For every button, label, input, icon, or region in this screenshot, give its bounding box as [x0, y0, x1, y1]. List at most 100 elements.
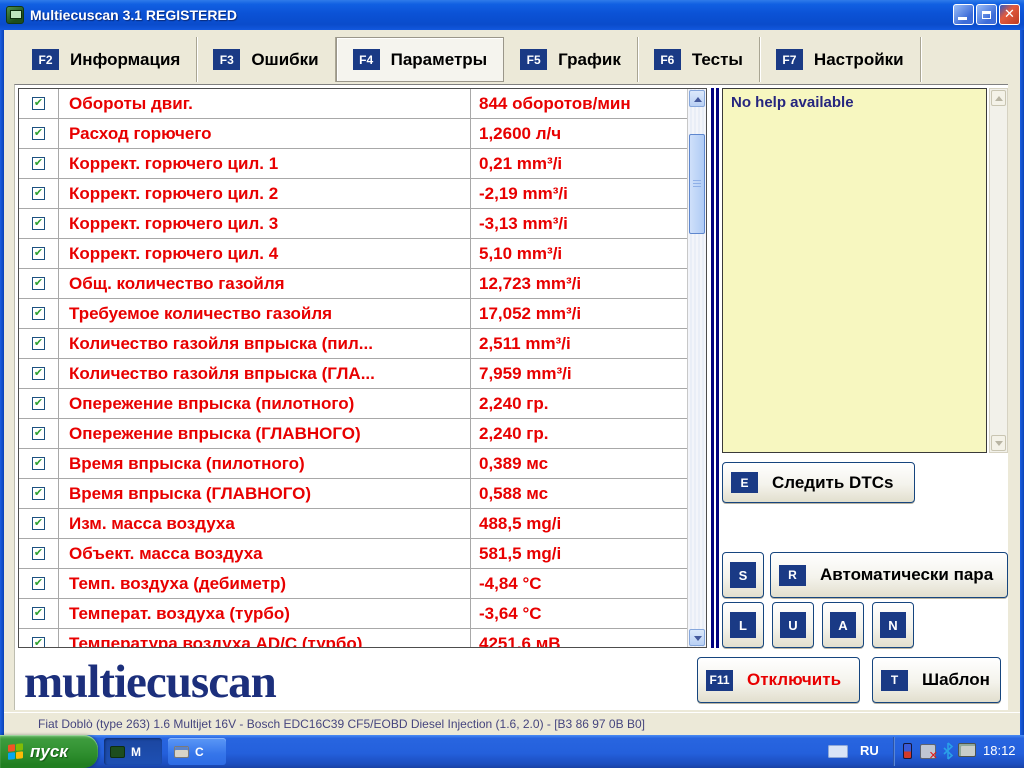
- network-disconnected-icon[interactable]: [920, 744, 936, 759]
- multiecuscan-window: Multiecuscan 3.1 REGISTERED ✕ F2 Информа…: [0, 0, 1024, 768]
- parameter-value: 581,5 mg/i: [471, 539, 687, 568]
- s-button[interactable]: S: [722, 552, 764, 598]
- n-button[interactable]: N: [872, 602, 914, 648]
- row-checkbox[interactable]: ✔: [32, 637, 45, 647]
- close-button[interactable]: ✕: [999, 4, 1020, 25]
- template-button[interactable]: T Шаблон: [872, 657, 1001, 703]
- row-checkbox[interactable]: ✔: [32, 577, 45, 590]
- hotkey-badge: L: [730, 612, 756, 638]
- battery-icon[interactable]: [903, 743, 912, 759]
- hotkey-badge: S: [730, 562, 756, 588]
- start-button[interactable]: пуск: [0, 735, 98, 768]
- keyboard-icon[interactable]: [828, 745, 848, 758]
- hotkey-badge: U: [780, 612, 806, 638]
- disconnect-button[interactable]: F11 Отключить: [697, 657, 860, 703]
- scrollbar-thumb[interactable]: [689, 134, 705, 234]
- title-bar: Multiecuscan 3.1 REGISTERED ✕: [0, 0, 1024, 30]
- table-row[interactable]: ✔ Время впрыска (ГЛАВНОГО) 0,588 мс: [19, 479, 687, 509]
- row-checkbox[interactable]: ✔: [32, 127, 45, 140]
- task-button-c[interactable]: C: [168, 738, 226, 765]
- parameter-value: 2,240 гр.: [471, 419, 687, 448]
- table-row[interactable]: ✔ Коррект. горючего цил. 3 -3,13 mm³/i: [19, 209, 687, 239]
- tab-f2[interactable]: F2 Информация: [16, 37, 197, 82]
- u-button[interactable]: U: [772, 602, 814, 648]
- table-row[interactable]: ✔ Объект. масса воздуха 581,5 mg/i: [19, 539, 687, 569]
- l-button[interactable]: L: [722, 602, 764, 648]
- parameter-value: 0,21 mm³/i: [471, 149, 687, 178]
- row-checkbox[interactable]: ✔: [32, 337, 45, 350]
- row-checkbox[interactable]: ✔: [32, 517, 45, 530]
- multiecuscan-logo: multiecuscan: [24, 655, 276, 709]
- row-checkbox[interactable]: ✔: [32, 457, 45, 470]
- parameter-name: Температура воздуха AD/C (турбо): [59, 629, 471, 647]
- language-indicator[interactable]: RU: [860, 743, 879, 758]
- multiecuscan-task-icon: [110, 746, 125, 758]
- bluetooth-icon[interactable]: [942, 742, 954, 765]
- app-icon: [6, 6, 24, 24]
- table-row[interactable]: ✔ Изм. масса воздуха 488,5 mg/i: [19, 509, 687, 539]
- display-icon[interactable]: [958, 743, 976, 757]
- minimize-button[interactable]: [953, 4, 974, 25]
- restore-button[interactable]: [976, 4, 997, 25]
- clock[interactable]: 18:12: [983, 743, 1016, 758]
- table-row[interactable]: ✔ Коррект. горючего цил. 1 0,21 mm³/i: [19, 149, 687, 179]
- row-checkbox[interactable]: ✔: [32, 487, 45, 500]
- window-task-icon: [174, 746, 189, 758]
- a-button[interactable]: A: [822, 602, 864, 648]
- table-row[interactable]: ✔ Количество газойля впрыска (пил... 2,5…: [19, 329, 687, 359]
- auto-params-button[interactable]: R Автоматически пара: [770, 552, 1008, 598]
- tab-f7[interactable]: F7 Настройки: [760, 37, 921, 82]
- hotkey-badge: R: [779, 565, 806, 586]
- table-row[interactable]: ✔ Темп. воздуха (дебиметр) -4,84 °C: [19, 569, 687, 599]
- parameter-name: Обороты двиг.: [59, 89, 471, 118]
- parameter-name: Общ. количество газойля: [59, 269, 471, 298]
- parameter-value: -2,19 mm³/i: [471, 179, 687, 208]
- parameter-value: 12,723 mm³/i: [471, 269, 687, 298]
- scroll-down-button[interactable]: [689, 629, 705, 646]
- row-checkbox[interactable]: ✔: [32, 367, 45, 380]
- vehicle-info: Fiat Doblò (type 263) 1.6 Multijet 16V -…: [38, 717, 645, 731]
- parameter-name: Опережение впрыска (пилотного): [59, 389, 471, 418]
- row-checkbox[interactable]: ✔: [32, 397, 45, 410]
- table-scrollbar[interactable]: [687, 89, 706, 647]
- row-checkbox[interactable]: ✔: [32, 427, 45, 440]
- row-checkbox[interactable]: ✔: [32, 187, 45, 200]
- table-row[interactable]: ✔ Коррект. горючего цил. 4 5,10 mm³/i: [19, 239, 687, 269]
- restore-icon: [982, 11, 991, 19]
- row-checkbox[interactable]: ✔: [32, 607, 45, 620]
- help-scrollbar: [989, 88, 1008, 453]
- table-row[interactable]: ✔ Количество газойля впрыска (ГЛА... 7,9…: [19, 359, 687, 389]
- task-button-multiecuscan[interactable]: M: [104, 738, 162, 765]
- parameter-value: 488,5 mg/i: [471, 509, 687, 538]
- table-row[interactable]: ✔ Коррект. горючего цил. 2 -2,19 mm³/i: [19, 179, 687, 209]
- row-checkbox[interactable]: ✔: [32, 307, 45, 320]
- row-checkbox[interactable]: ✔: [32, 217, 45, 230]
- table-row[interactable]: ✔ Температура воздуха AD/C (турбо) 4251,…: [19, 629, 687, 647]
- parameter-name: Количество газойля впрыска (ГЛА...: [59, 359, 471, 388]
- parameter-name: Расход горючего: [59, 119, 471, 148]
- follow-dtcs-button[interactable]: E Следить DTCs: [722, 462, 915, 503]
- table-row[interactable]: ✔ Опережение впрыска (пилотного) 2,240 г…: [19, 389, 687, 419]
- table-row[interactable]: ✔ Время впрыска (пилотного) 0,389 мс: [19, 449, 687, 479]
- tab-f5[interactable]: F5 График: [504, 37, 638, 82]
- tab-f4[interactable]: F4 Параметры: [336, 37, 505, 82]
- table-row[interactable]: ✔ Опережение впрыска (ГЛАВНОГО) 2,240 гр…: [19, 419, 687, 449]
- row-checkbox[interactable]: ✔: [32, 247, 45, 260]
- row-checkbox[interactable]: ✔: [32, 157, 45, 170]
- minimize-icon: [958, 17, 967, 20]
- table-row[interactable]: ✔ Общ. количество газойля 12,723 mm³/i: [19, 269, 687, 299]
- tab-f6[interactable]: F6 Тесты: [638, 37, 760, 82]
- row-checkbox[interactable]: ✔: [32, 97, 45, 110]
- table-row[interactable]: ✔ Требуемое количество газойля 17,052 mm…: [19, 299, 687, 329]
- table-row[interactable]: ✔ Температ. воздуха (турбо) -3,64 °C: [19, 599, 687, 629]
- row-checkbox[interactable]: ✔: [32, 277, 45, 290]
- fkey-badge: F5: [520, 49, 547, 70]
- panel-splitter[interactable]: [711, 88, 719, 648]
- row-checkbox[interactable]: ✔: [32, 547, 45, 560]
- parameter-value: 0,389 мс: [471, 449, 687, 478]
- tab-f3[interactable]: F3 Ошибки: [197, 37, 335, 82]
- parameter-name: Количество газойля впрыска (пил...: [59, 329, 471, 358]
- table-row[interactable]: ✔ Расход горючего 1,2600 л/ч: [19, 119, 687, 149]
- scroll-up-button[interactable]: [689, 90, 705, 107]
- table-row[interactable]: ✔ Обороты двиг. 844 оборотов/мин: [19, 89, 687, 119]
